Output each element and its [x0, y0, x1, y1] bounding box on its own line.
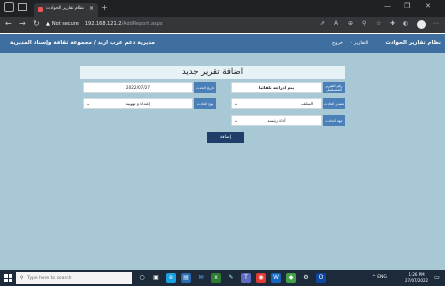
avatar[interactable] — [417, 20, 426, 29]
search-placeholder: Type here to search — [27, 275, 72, 281]
tab-actions-icon[interactable] — [18, 3, 27, 11]
url-host: 192.168.121.2 — [84, 21, 122, 27]
url-path: /AddReport.aspx — [121, 21, 163, 27]
nav-reports[interactable]: التقارير · — [351, 41, 368, 46]
browser-tab[interactable]: نظام تقارير الحوادث × — [34, 3, 98, 17]
favicon-icon — [38, 7, 43, 12]
maximize-icon[interactable]: ❐ — [404, 2, 410, 10]
app-navbar: نظام تقارير الحوادث التقارير · خروج مدير… — [0, 34, 445, 53]
window-close-icon[interactable]: ✕ — [425, 2, 431, 10]
chevron-down-icon: ⌄ — [234, 118, 239, 124]
notifications-icon[interactable]: ▭ — [432, 273, 442, 283]
more-menu-icon[interactable]: ⋯ — [433, 20, 439, 27]
mail-icon[interactable]: ✉ — [196, 273, 206, 283]
main-content: اضافة تقرير جديد رقم التقرير المتسلسل يت… — [0, 53, 445, 270]
not-secure-icon: ▲ — [46, 21, 50, 27]
browser-tab-bar: نظام تقارير الحوادث × + — ❐ ✕ — [0, 0, 445, 17]
edge-icon[interactable]: e — [166, 273, 176, 283]
sector-selected-value: أداة رئيسة — [267, 118, 286, 123]
date-label: تاريخ الحدث — [194, 82, 216, 93]
translate-icon[interactable]: A — [334, 20, 338, 27]
taskbar-search-input[interactable]: ⚲ Type here to search — [16, 272, 132, 284]
browser-toolbar: ← → ↻ ▲ Not secure 192.168.121.2/AddReport… — [0, 17, 445, 33]
chevron-down-icon: ⌄ — [86, 101, 91, 107]
bookmark-icon[interactable]: ☆ — [376, 20, 381, 27]
type-select[interactable]: ⌄ إعتداء و تهويبة — [83, 98, 193, 109]
outlook-icon[interactable]: O — [316, 273, 326, 283]
add-report-button[interactable]: إضافة — [207, 132, 244, 143]
chevron-down-icon: ⌄ — [234, 101, 239, 107]
nav-logout[interactable]: خروج — [332, 41, 343, 46]
tab-close-icon[interactable]: × — [89, 5, 94, 12]
new-tab-icon[interactable]: + — [101, 3, 108, 12]
forward-icon[interactable]: → — [19, 19, 26, 28]
report-number-label: رقم التقرير المتسلسل — [323, 82, 345, 93]
app-icon-blue[interactable]: ▤ — [181, 273, 191, 283]
page-title: اضافة تقرير جديد — [80, 66, 345, 79]
date-field[interactable]: 2022/07/27 — [83, 82, 193, 93]
share-icon[interactable]: ⇗ — [320, 20, 325, 27]
sector-label: جهة الحادث — [323, 115, 345, 126]
reload-icon[interactable]: ↻ — [33, 19, 40, 28]
profile-sync-icon[interactable]: ◐ — [403, 20, 408, 27]
teams-icon[interactable]: T — [241, 273, 251, 283]
security-status: Not secure — [51, 21, 79, 27]
type-label: نوع الحادث — [194, 98, 216, 109]
word-icon[interactable]: W — [271, 273, 281, 283]
task-view-icon[interactable]: ○ — [137, 273, 147, 283]
app-icon-gear[interactable]: ⚙ — [301, 273, 311, 283]
clock-date: 27/07/2022 — [405, 278, 429, 283]
excel-icon[interactable]: x — [211, 273, 221, 283]
tab-title: نظام تقارير الحوادث — [46, 6, 85, 11]
minimize-icon[interactable]: — — [384, 2, 391, 10]
search-icon: ⚲ — [20, 275, 24, 281]
app-icon-a[interactable]: ✎ — [226, 273, 236, 283]
type-selected-value: إعتداء و تهويبة — [125, 101, 151, 106]
windows-start-icon[interactable] — [4, 274, 12, 282]
app-icon-green[interactable]: ◆ — [286, 273, 296, 283]
zoom-icon[interactable]: ⊕ — [348, 20, 353, 27]
report-number-field[interactable]: يتم ادراجه تلقائيا — [231, 82, 322, 93]
source-label: مصدر الحادث — [323, 98, 345, 109]
window-menu-icon[interactable] — [4, 2, 14, 12]
source-selected-value: السلف — [301, 101, 313, 106]
extensions-icon[interactable]: ✚ — [390, 20, 395, 27]
source-select[interactable]: ⌄ السلف — [231, 98, 322, 109]
back-icon[interactable]: ← — [5, 19, 12, 28]
system-tray[interactable]: ^ ENG — [372, 275, 387, 280]
organization-name: مديرية دعم عرب اربد / مجموعة ثقافة وإسنا… — [10, 40, 155, 46]
app-brand[interactable]: نظام تقارير الحوادث — [385, 40, 441, 46]
taskbar-clock[interactable]: 1:26 PM 27/07/2022 — [405, 272, 428, 284]
address-bar[interactable]: ▲ Not secure 192.168.121.2/AddReport.aspx — [46, 21, 163, 27]
chrome-icon[interactable]: ◉ — [256, 273, 266, 283]
search-page-icon[interactable]: ⚲ — [362, 20, 366, 27]
widgets-icon[interactable]: ▣ — [151, 273, 161, 283]
taskbar: ⚲ Type here to search ○ ▣ e ▤ ✉ x ✎ T ◉ … — [0, 270, 445, 286]
sector-select[interactable]: ⌄ أداة رئيسة — [231, 115, 322, 126]
